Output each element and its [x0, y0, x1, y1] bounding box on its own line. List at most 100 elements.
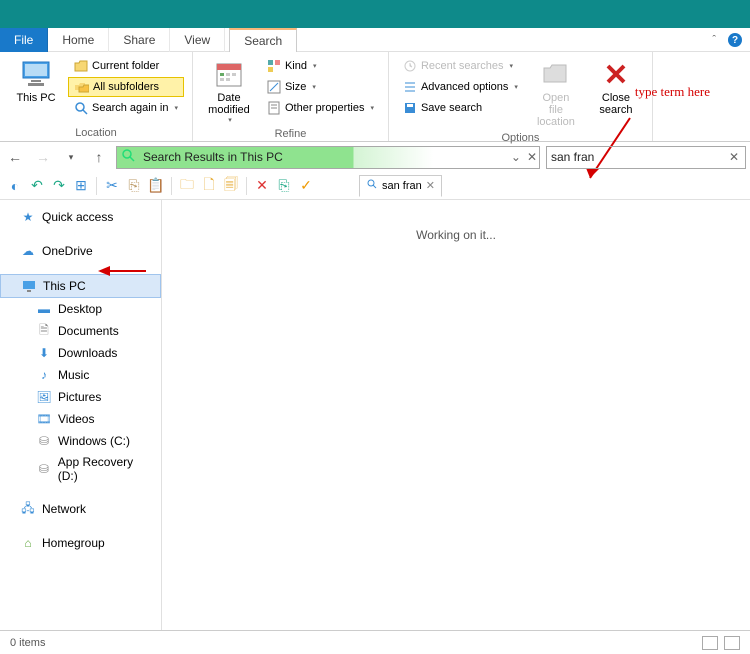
stop-icon[interactable]: ✕ — [527, 150, 537, 164]
copy-icon[interactable]: ⎘ — [125, 177, 143, 195]
new-folder-icon[interactable]: 🗀 — [178, 177, 196, 195]
minimize-ribbon-icon[interactable]: ˆ — [712, 34, 716, 46]
details-view-icon[interactable] — [702, 636, 718, 650]
document-icon: 🗎 — [36, 323, 52, 339]
address-bar[interactable]: Search Results in This PC ⌄ ✕ — [116, 146, 540, 169]
kind-button[interactable]: Kind ▾ — [261, 56, 380, 76]
navigation-pane: ★ Quick access ☁ OneDrive This PC ▬ Desk… — [0, 200, 162, 630]
sidebar-item-homegroup[interactable]: ⌂ Homegroup — [0, 532, 161, 554]
paste-icon[interactable]: 📋 — [147, 177, 165, 195]
sidebar-item-pictures[interactable]: 🖼 Pictures — [0, 386, 161, 408]
redo-icon[interactable]: ↷ — [50, 177, 68, 195]
ribbon: This PC Current folder All subfolders Se… — [0, 52, 750, 142]
this-pc-label: This PC — [16, 92, 55, 104]
chevron-down-icon: ▾ — [510, 62, 514, 70]
item-count: 0 items — [10, 637, 45, 649]
address-text: Search Results in This PC — [143, 150, 283, 164]
home-tab[interactable]: Home — [48, 28, 109, 52]
sidebar-item-this-pc[interactable]: This PC — [0, 274, 161, 298]
chevron-down-icon: ▾ — [514, 83, 518, 91]
folder-icon — [74, 59, 88, 73]
monitor-icon — [20, 58, 52, 90]
menubar: File Home Share View Search ˆ ? — [0, 28, 750, 52]
sidebar-item-network[interactable]: 🖧 Network — [0, 498, 161, 520]
sidebar-item-videos[interactable]: 🎞 Videos — [0, 408, 161, 430]
new-item-icon[interactable]: 🗋 — [200, 177, 218, 195]
search-location-icon — [121, 148, 139, 166]
desktop-icon: ▬ — [36, 301, 52, 317]
other-properties-button[interactable]: Other properties ▾ — [261, 98, 380, 118]
current-folder-button[interactable]: Current folder — [68, 56, 184, 76]
list-icon — [403, 80, 417, 94]
clear-search-icon[interactable]: ✕ — [729, 150, 739, 164]
annotation-text: type term here — [635, 84, 710, 100]
music-icon: ♪ — [36, 367, 52, 383]
close-tab-icon[interactable]: ✕ — [426, 179, 435, 192]
calendar-icon — [213, 58, 245, 90]
forward-button: → — [32, 146, 54, 168]
chevron-down-icon: ▾ — [174, 104, 178, 112]
download-icon: ⬇ — [36, 345, 52, 361]
file-menu[interactable]: File — [0, 28, 48, 52]
clock-icon — [403, 59, 417, 73]
network-icon: 🖧 — [20, 501, 36, 517]
up-button[interactable]: ↑ — [88, 146, 110, 168]
select-all-icon[interactable]: ⊞ — [72, 177, 90, 195]
thumbnails-view-icon[interactable] — [724, 636, 740, 650]
share-tab[interactable]: Share — [109, 28, 170, 52]
search-again-button[interactable]: Search again in ▾ — [68, 98, 184, 118]
ribbon-group-options: Recent searches ▾ Advanced options ▾ Sav… — [389, 52, 653, 141]
move-icon[interactable]: ⎘ — [275, 177, 293, 195]
delete-icon[interactable]: ✕ — [253, 177, 271, 195]
search-tab[interactable]: Search — [229, 28, 297, 52]
date-modified-button[interactable]: Date modified ▾ — [201, 56, 257, 126]
advanced-options-button[interactable]: Advanced options ▾ — [397, 77, 524, 97]
back-button[interactable]: ← — [4, 146, 26, 168]
check-icon[interactable]: ✓ — [297, 177, 315, 195]
working-label: Working on it... — [416, 228, 496, 242]
chevron-down-icon: ▾ — [312, 83, 316, 91]
monitor-icon — [21, 278, 37, 294]
search-tab-icon — [366, 178, 378, 193]
body-area: ★ Quick access ☁ OneDrive This PC ▬ Desk… — [0, 200, 750, 630]
undo-icon[interactable]: ↶ — [28, 177, 46, 195]
address-dropdown-icon[interactable]: ⌄ — [511, 150, 521, 164]
view-tab[interactable]: View — [170, 28, 225, 52]
statusbar: 0 items — [0, 630, 750, 654]
sidebar-item-desktop[interactable]: ▬ Desktop — [0, 298, 161, 320]
all-subfolders-button[interactable]: All subfolders — [68, 77, 184, 97]
sidebar-item-music[interactable]: ♪ Music — [0, 364, 161, 386]
pictures-icon: 🖼 — [36, 389, 52, 405]
sidebar-item-downloads[interactable]: ⬇ Downloads — [0, 342, 161, 364]
star-icon: ★ — [20, 209, 36, 225]
search-input[interactable]: san fran ✕ — [546, 146, 746, 169]
search-tab-label: san fran — [382, 180, 422, 192]
navbar: ← → ▾ ↑ Search Results in This PC ⌄ ✕ sa… — [0, 142, 750, 172]
history-dropdown[interactable]: ▾ — [60, 146, 82, 168]
search-result-tab[interactable]: san fran ✕ — [359, 175, 442, 197]
options-group-label: Options — [397, 130, 644, 144]
folders-icon — [75, 80, 89, 94]
close-icon — [600, 58, 632, 90]
sidebar-item-windows-c[interactable]: ⛁ Windows (C:) — [0, 430, 161, 452]
sidebar-item-quick-access[interactable]: ★ Quick access — [0, 206, 161, 228]
ribbon-group-location: This PC Current folder All subfolders Se… — [0, 52, 193, 141]
save-search-button[interactable]: Save search — [397, 98, 524, 118]
chevron-down-icon: ▾ — [370, 104, 374, 112]
organize-icon[interactable]: ◐ — [6, 177, 24, 195]
size-icon — [267, 80, 281, 94]
sidebar-item-documents[interactable]: 🗎 Documents — [0, 320, 161, 342]
size-button[interactable]: Size ▾ — [261, 77, 380, 97]
cut-icon[interactable]: ✂ — [103, 177, 121, 195]
save-icon — [403, 101, 417, 115]
this-pc-button[interactable]: This PC — [8, 56, 64, 125]
sidebar-item-app-recovery-d[interactable]: ⛁ App Recovery (D:) — [0, 452, 161, 486]
open-file-location-button: Open file location — [528, 56, 584, 130]
recent-searches-button[interactable]: Recent searches ▾ — [397, 56, 524, 76]
videos-icon: 🎞 — [36, 411, 52, 427]
help-icon[interactable]: ? — [728, 33, 742, 47]
quick-access-toolbar: ◐ ↶ ↷ ⊞ ✂ ⎘ 📋 🗀 🗋 🗐 ✕ ⎘ ✓ san fran ✕ — [0, 172, 750, 200]
search-icon — [74, 101, 88, 115]
rename-icon[interactable]: 🗐 — [222, 177, 240, 195]
sidebar-item-onedrive[interactable]: ☁ OneDrive — [0, 240, 161, 262]
